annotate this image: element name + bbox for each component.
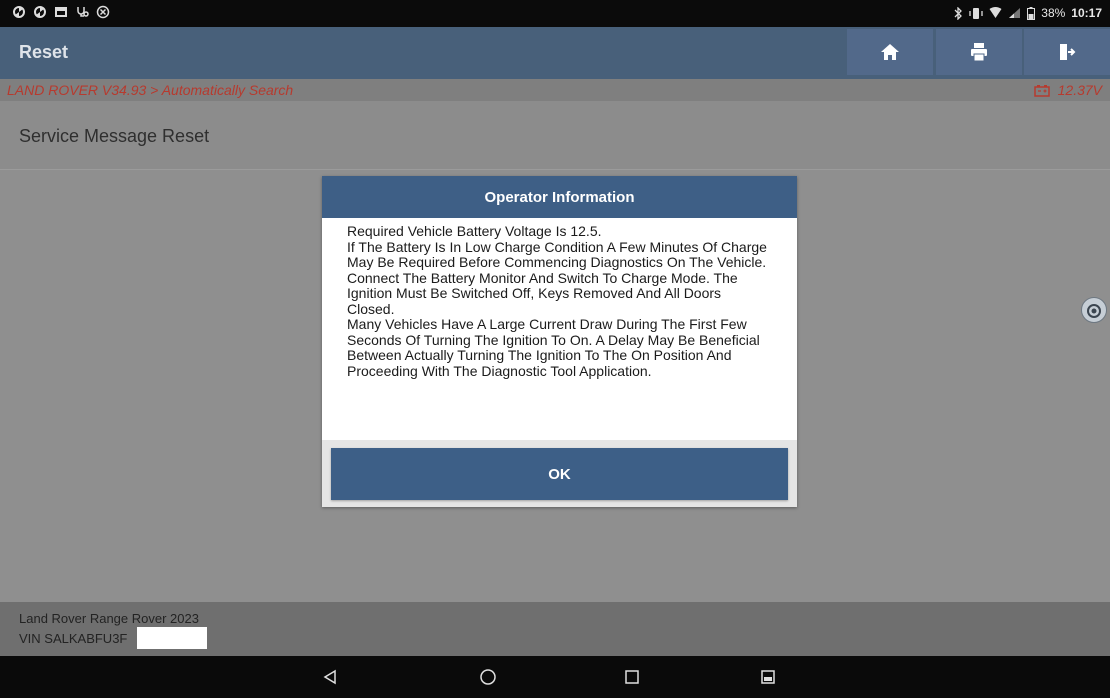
signal-icon [1009,8,1021,18]
vehicle-name: Land Rover Range Rover 2023 [19,611,199,626]
dialog-title: Operator Information [322,176,797,218]
screen-title: Reset [19,42,69,62]
title-bar: Reset [0,27,1110,79]
screenshot-icon [761,670,775,684]
exit-icon [1060,44,1076,60]
vin-redaction [137,627,207,649]
settings-icon [96,5,110,19]
sync-icon [13,6,25,18]
car-battery-icon [1033,84,1050,97]
home-circle-icon [480,669,496,685]
stethoscope-icon [77,7,89,17]
status-bar: 38% 10:17 [0,0,1110,27]
battery-voltage: 12.37V [1033,82,1102,98]
back-button[interactable] [318,665,342,689]
sync-icon [34,6,46,18]
assistive-touch-button[interactable] [1081,297,1107,323]
home-icon [881,44,899,60]
ok-button[interactable]: OK [331,448,788,500]
home-nav-button[interactable] [476,665,500,689]
home-button[interactable] [847,29,933,75]
operator-information-dialog: Operator Information Required Vehicle Ba… [322,176,797,507]
vibrate-icon [969,7,983,19]
page-title: Service Message Reset [19,126,210,146]
recents-button[interactable] [620,665,644,689]
recents-icon [625,670,639,684]
breadcrumb-bar: LAND ROVER V34.93 > Automatically Search… [0,79,1110,101]
clock: 10:17 [1071,6,1102,20]
notification-icons [12,5,110,19]
image-icon [55,7,67,17]
print-icon [971,43,987,62]
back-icon [323,669,336,685]
wifi-icon [989,7,1002,18]
dialog-footer: OK [322,440,797,507]
battery-percent: 38% [1041,6,1066,20]
assistive-touch-icon [1087,304,1101,318]
exit-button[interactable] [1024,29,1110,75]
print-button[interactable] [936,29,1022,75]
breadcrumb: LAND ROVER V34.93 > Automatically Search [7,82,294,98]
system-indicators: 38% 10:17 [953,6,1102,20]
page-header: Service Message Reset [0,101,1110,170]
bluetooth-icon [954,6,963,20]
screenshot-button[interactable] [756,665,780,689]
navigation-bar [0,656,1110,698]
dialog-message: Required Vehicle Battery Voltage Is 12.5… [347,223,767,379]
battery-icon [1027,6,1036,20]
voltage-value: 12.37V [1057,82,1102,98]
vehicle-vin: VIN SALKABFU3F [19,631,128,646]
